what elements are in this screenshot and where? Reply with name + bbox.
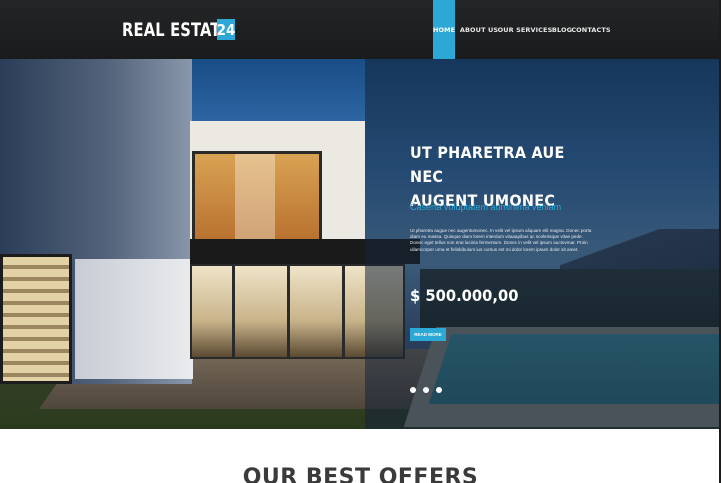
hero-subtitle: Caserta voluptatem adminima veniam [410, 202, 562, 212]
nav-item-home[interactable]: HOME [433, 0, 455, 59]
site-header: REAL ESTATE 24 HOME ABOUT US OUR SERVICE… [0, 0, 721, 59]
nav-item-about-us[interactable]: ABOUT US [459, 0, 499, 59]
logo[interactable]: REAL ESTATE 24 [122, 18, 248, 42]
slider-dot-3[interactable] [436, 387, 442, 393]
hero-description: Ut pharetra augue nec augentumonec. In v… [410, 228, 592, 252]
hero-price: $ 500.000,00 [410, 286, 519, 305]
logo-badge: 24 [216, 19, 236, 40]
logo-text: REAL ESTATE [122, 19, 231, 41]
nav-item-blog[interactable]: BLOG [551, 0, 573, 59]
nav-item-our-services[interactable]: OUR SERVICES [498, 0, 553, 59]
slider-pagination [410, 387, 442, 393]
read-more-button[interactable]: READ MORE [410, 328, 446, 341]
section-title: OUR BEST OFFERS [242, 465, 479, 483]
slider-dot-1[interactable] [410, 387, 416, 393]
hero-slider [0, 59, 721, 429]
best-offers-section: OUR BEST OFFERS [0, 429, 721, 483]
nav-item-contacts[interactable]: CONTACTS [571, 0, 610, 59]
main-nav: HOME ABOUT US OUR SERVICES BLOG CONTACTS [433, 0, 611, 59]
slider-dot-2[interactable] [423, 387, 429, 393]
